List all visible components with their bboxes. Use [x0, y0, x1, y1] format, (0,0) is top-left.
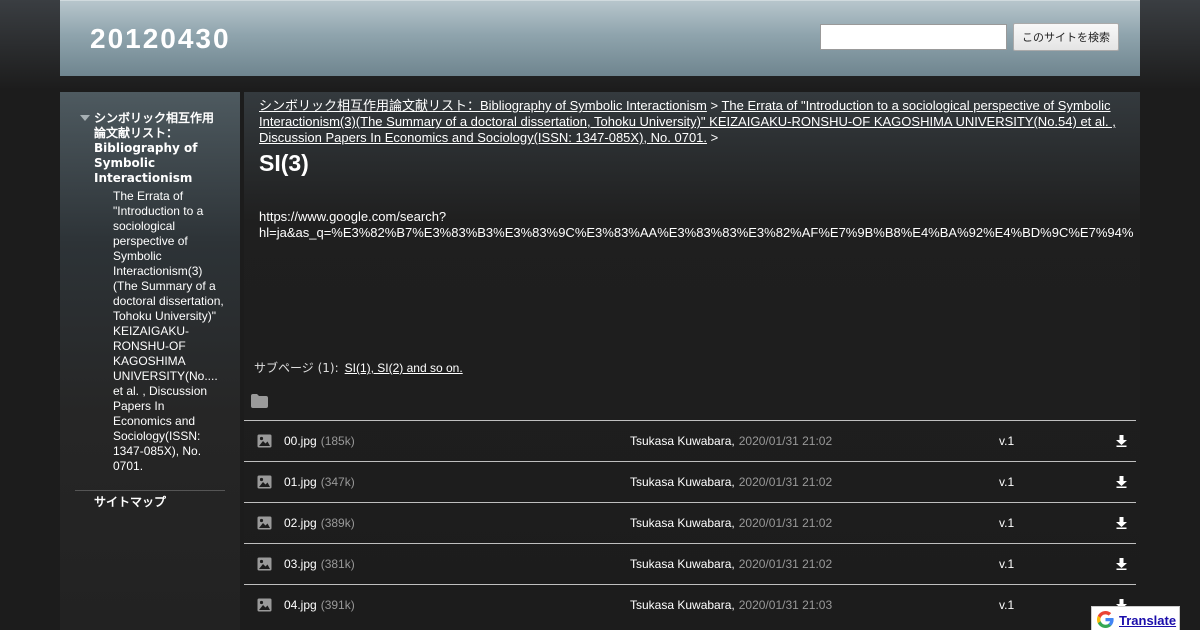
breadcrumb-separator: >	[707, 130, 719, 145]
subpages: サブページ (1): SI(1), SI(2) and so on.	[254, 359, 463, 376]
file-name-link[interactable]: 00.jpg	[284, 434, 317, 448]
sidebar-item-sitemap[interactable]: サイトマップ	[94, 493, 166, 510]
file-version-link[interactable]: v.1	[999, 475, 1014, 489]
sidebar-divider	[75, 490, 225, 491]
file-size: (389k)	[320, 516, 355, 530]
breadcrumb-separator: >	[706, 98, 722, 113]
sidebar-item-bibliography[interactable]: シンボリック相互作用論文献リスト：Bibliography of Symboli…	[94, 111, 224, 186]
file-row: 03.jpg (381k) Tsukasa Kuwabara, 2020/01/31 …	[244, 543, 1136, 584]
file-date: 2020/01/31 21:02	[738, 434, 833, 448]
file-date: 2020/01/31 21:02	[738, 475, 833, 489]
file-version-link[interactable]: v.1	[999, 516, 1014, 530]
image-file-icon	[257, 557, 272, 574]
subpage-link[interactable]: SI(1), SI(2) and so on.	[345, 361, 463, 375]
main-content: シンボリック相互作用論文献リスト：Bibliography of Symboli…	[244, 92, 1140, 630]
download-arrow-icon[interactable]	[1116, 435, 1127, 450]
file-row: 02.jpg (389k) Tsukasa Kuwabara, 2020/01/31 …	[244, 502, 1136, 543]
file-name-link[interactable]: 01.jpg	[284, 475, 317, 489]
file-version-link[interactable]: v.1	[999, 434, 1014, 448]
file-row: 00.jpg (185k) Tsukasa Kuwabara, 2020/01/31 …	[244, 420, 1136, 461]
file-row: 04.jpg (391k) Tsukasa Kuwabara, 2020/01/31 …	[244, 584, 1136, 625]
triangle-down-icon[interactable]	[80, 115, 90, 121]
site-header: 20120430 このサイトを検索	[60, 0, 1140, 76]
folder-icon	[251, 394, 268, 413]
file-size: (185k)	[320, 434, 355, 448]
site-search-input[interactable]	[820, 24, 1007, 50]
file-name-link[interactable]: 03.jpg	[284, 557, 317, 571]
file-date: 2020/01/31 21:02	[738, 557, 833, 571]
subpages-label: サブページ (1):	[254, 361, 339, 375]
file-size: (347k)	[320, 475, 355, 489]
file-owner: Tsukasa Kuwabara,	[630, 516, 735, 530]
file-version-link[interactable]: v.1	[999, 557, 1014, 571]
page-body-text: https://www.google.com/search? hl=ja&as_…	[259, 209, 1140, 241]
download-arrow-icon[interactable]	[1116, 558, 1127, 573]
translate-widget[interactable]: Translate	[1091, 606, 1180, 630]
image-file-icon	[257, 434, 272, 451]
translate-link[interactable]: Translate	[1119, 613, 1176, 628]
file-date: 2020/01/31 21:03	[738, 598, 833, 612]
sidebar-item-errata[interactable]: The Errata of "Introduction to a sociolo…	[113, 189, 226, 474]
file-owner: Tsukasa Kuwabara,	[630, 475, 735, 489]
file-owner: Tsukasa Kuwabara,	[630, 557, 735, 571]
file-version-link[interactable]: v.1	[999, 598, 1014, 612]
download-arrow-icon[interactable]	[1116, 476, 1127, 491]
breadcrumb: シンボリック相互作用論文献リスト：Bibliography of Symboli…	[259, 98, 1129, 146]
file-row: 01.jpg (347k) Tsukasa Kuwabara, 2020/01/31 …	[244, 461, 1136, 502]
google-g-icon	[1097, 611, 1114, 630]
page-title: SI(3)	[259, 150, 309, 176]
file-owner: Tsukasa Kuwabara,	[630, 598, 735, 612]
file-size: (381k)	[320, 557, 355, 571]
image-file-icon	[257, 598, 272, 615]
image-file-icon	[257, 475, 272, 492]
file-name-link[interactable]: 04.jpg	[284, 598, 317, 612]
url-line-1: https://www.google.com/search?	[259, 209, 447, 224]
image-file-icon	[257, 516, 272, 533]
file-owner: Tsukasa Kuwabara,	[630, 434, 735, 448]
site-title[interactable]: 20120430	[90, 23, 231, 55]
url-line-2: hl=ja&as_q=%E3%82%B7%E3%83%B3%E3%83%9C%E…	[259, 225, 1134, 240]
file-date: 2020/01/31 21:02	[738, 516, 833, 530]
download-arrow-icon[interactable]	[1116, 517, 1127, 532]
file-name-link[interactable]: 02.jpg	[284, 516, 317, 530]
file-size: (391k)	[320, 598, 355, 612]
site-search-button[interactable]: このサイトを検索	[1013, 23, 1119, 51]
sidebar-navigation: シンボリック相互作用論文献リスト：Bibliography of Symboli…	[60, 92, 240, 630]
attachments-table: 00.jpg (185k) Tsukasa Kuwabara, 2020/01/31 …	[244, 420, 1136, 625]
breadcrumb-link-bibliography[interactable]: シンボリック相互作用論文献リスト：Bibliography of Symboli…	[259, 98, 707, 113]
